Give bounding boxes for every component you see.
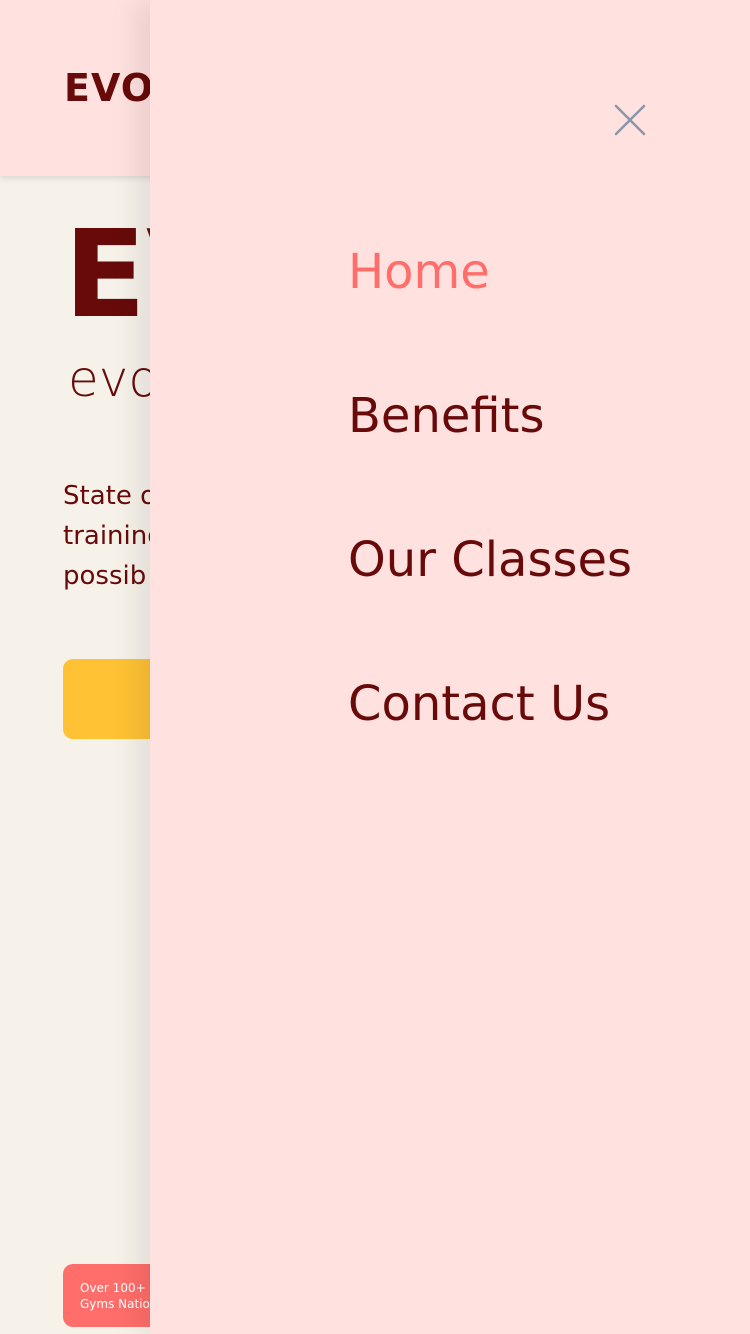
drawer-nav: Home Benefits Our Classes Contact Us	[348, 240, 632, 816]
hero-subtitle: evo	[68, 350, 159, 408]
close-icon	[614, 104, 646, 136]
nav-item-contact-us[interactable]: Contact Us	[348, 672, 632, 816]
nav-item-our-classes[interactable]: Our Classes	[348, 528, 632, 672]
nav-item-benefits[interactable]: Benefits	[348, 384, 632, 528]
nav-item-home[interactable]: Home	[348, 240, 632, 384]
nav-drawer: Home Benefits Our Classes Contact Us	[150, 0, 750, 1334]
site-logo[interactable]: EVO	[64, 66, 154, 110]
close-menu-button[interactable]	[612, 102, 648, 138]
